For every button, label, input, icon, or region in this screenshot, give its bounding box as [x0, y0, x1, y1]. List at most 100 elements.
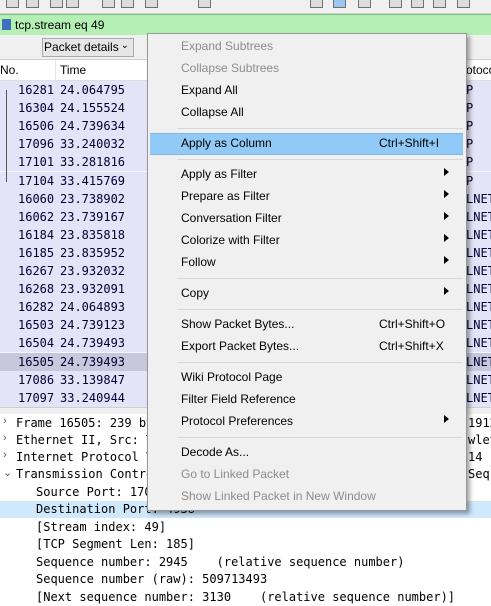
detail-text: Transmission Contro: [16, 467, 154, 481]
detail-text: [Next sequence number: 3130 (relative se…: [36, 590, 456, 604]
detail-row[interactable]: [Next sequence number: 3130 (relative se…: [0, 589, 491, 606]
menu-item-label: Show Linked Packet in New Window: [181, 489, 376, 503]
detail-text-overflow: 1912: [468, 416, 491, 430]
expand-caret-icon[interactable]: ›: [3, 415, 7, 427]
zoom-reset-icon[interactable]: [433, 0, 446, 8]
menu-item-label: Go to Linked Packet: [181, 467, 290, 481]
packet-no-cell: 17104: [18, 174, 55, 188]
packet-time-cell: 23.835818: [60, 228, 126, 242]
packet-time-cell: 24.739123: [60, 318, 126, 332]
display-filter-input[interactable]: tcp.stream eq 49: [15, 18, 104, 32]
menu-item-show-packet-bytes[interactable]: Show Packet Bytes... Ctrl+Shift+O: [148, 314, 466, 336]
detail-row[interactable]: Sequence number: 2945 (relative sequence…: [0, 554, 491, 571]
toolbar-icon[interactable]: [121, 0, 134, 8]
toolbar-icon[interactable]: [6, 0, 19, 8]
packet-proto-cell: LNET: [466, 391, 491, 405]
menu-separator: [177, 362, 463, 363]
packet-no-cell: 16185: [18, 246, 55, 260]
toolbar-icon[interactable]: [66, 0, 79, 8]
main-toolbar: [0, 0, 491, 14]
packet-time-cell: 24.739493: [60, 355, 126, 369]
toolbar-icon[interactable]: [310, 0, 323, 8]
menu-item-expand-all[interactable]: Expand All: [148, 80, 466, 102]
menu-item-decode-as[interactable]: Decode As...: [148, 442, 466, 464]
detail-text: Sequence number: 2945 (relative sequence…: [36, 555, 405, 569]
packet-no-cell: 16503: [18, 318, 55, 332]
menu-item-filter-field-reference[interactable]: Filter Field Reference: [148, 389, 466, 411]
bookmark-icon[interactable]: [2, 19, 11, 30]
detail-text-overflow: Seq:: [468, 467, 491, 481]
packet-proto-cell: LNET: [466, 355, 491, 369]
submenu-arrow-icon: [444, 287, 449, 295]
menu-item-conversation-filter[interactable]: Conversation Filter: [148, 208, 466, 230]
toolbar-icon[interactable]: [198, 0, 211, 8]
packet-time-cell: 24.064893: [60, 300, 126, 314]
toolbar-icon[interactable]: [102, 0, 115, 8]
submenu-arrow-icon: [444, 212, 449, 220]
toolbar-icon[interactable]: [26, 0, 39, 8]
zoom-in-icon[interactable]: [389, 0, 402, 8]
toolbar-icon[interactable]: [50, 0, 63, 8]
zoom-out-icon[interactable]: [411, 0, 424, 8]
column-divider[interactable]: [55, 60, 56, 80]
toolbar-icon[interactable]: [358, 0, 371, 8]
toolbar-icon[interactable]: [145, 0, 158, 8]
packet-time-cell: 23.835952: [60, 246, 126, 260]
detail-row[interactable]: Sequence number (raw): 509713493: [0, 571, 491, 588]
detail-text: Sequence number (raw): 509713493: [36, 572, 268, 586]
menu-item-show-linked-packet: Show Linked Packet in New Window: [148, 486, 466, 508]
packet-time-cell: 24.739634: [60, 119, 126, 133]
packet-view-select[interactable]: Packet details ⌄: [42, 38, 134, 57]
menu-separator: [177, 278, 463, 279]
packet-time-cell: 23.932091: [60, 282, 126, 296]
menu-item-follow[interactable]: Follow: [148, 252, 466, 274]
packet-proto-cell: P: [466, 137, 474, 151]
menu-item-label: Prepare as Filter: [181, 189, 270, 203]
column-header-protocol[interactable]: otocol: [466, 63, 491, 77]
detail-text: Ethernet II, Src: T: [16, 433, 154, 447]
submenu-arrow-icon: [444, 256, 449, 264]
menu-item-shortcut: Ctrl+Shift+O: [379, 317, 446, 331]
packet-no-cell: 16267: [18, 264, 55, 278]
detail-row[interactable]: [Stream index: 49]: [0, 519, 491, 536]
column-header-no[interactable]: No.: [0, 63, 19, 77]
expand-caret-icon[interactable]: ›: [3, 432, 7, 444]
menu-item-protocol-preferences[interactable]: Protocol Preferences: [148, 411, 466, 433]
collapse-caret-icon[interactable]: ⌄: [3, 466, 12, 479]
menu-item-label: Collapse All: [181, 105, 244, 119]
menu-separator: [177, 437, 463, 438]
menu-item-export-packet-bytes[interactable]: Export Packet Bytes... Ctrl+Shift+X: [148, 336, 466, 358]
menu-item-wiki-protocol-page[interactable]: Wiki Protocol Page: [148, 367, 466, 389]
packet-time-cell: 23.739167: [60, 210, 126, 224]
toolbar-icon[interactable]: [333, 0, 346, 8]
detail-row[interactable]: [TCP Segment Len: 185]: [0, 536, 491, 553]
submenu-arrow-icon: [444, 168, 449, 176]
packet-proto-cell: P: [466, 174, 474, 188]
chevron-down-icon: ⌄: [120, 40, 129, 51]
menu-item-label: Filter Field Reference: [181, 392, 296, 406]
menu-item-collapse-subtrees: Collapse Subtrees: [148, 58, 466, 80]
menu-item-label: Collapse Subtrees: [181, 61, 280, 75]
packet-time-cell: 33.139847: [60, 373, 126, 387]
menu-item-apply-as-filter[interactable]: Apply as Filter: [148, 164, 466, 186]
menu-item-label: Expand All: [181, 83, 238, 97]
menu-item-apply-as-column[interactable]: Apply as Column Ctrl+Shift+I: [150, 133, 463, 155]
packet-proto-cell: P: [466, 101, 474, 115]
expand-caret-icon[interactable]: ›: [3, 449, 7, 461]
packet-proto-cell: P: [466, 83, 474, 97]
menu-item-colorize-with-filter[interactable]: Colorize with Filter: [148, 230, 466, 252]
submenu-arrow-icon: [444, 415, 449, 423]
menu-item-copy[interactable]: Copy: [148, 283, 466, 305]
menu-item-collapse-all[interactable]: Collapse All: [148, 102, 466, 124]
packet-proto-cell: LNET: [466, 246, 491, 260]
packet-proto-cell: LNET: [466, 210, 491, 224]
packet-time-cell: 24.064795: [60, 83, 126, 97]
packet-no-cell: 16304: [18, 101, 55, 115]
menu-item-prepare-as-filter[interactable]: Prepare as Filter: [148, 186, 466, 208]
packet-proto-cell: P: [466, 155, 474, 169]
column-header-time[interactable]: Time: [60, 63, 86, 77]
menu-item-label: Copy: [181, 286, 210, 300]
menu-item-shortcut: Ctrl+Shift+I: [379, 136, 440, 150]
packet-no-cell: 16060: [18, 192, 55, 206]
resize-columns-icon[interactable]: [457, 0, 470, 8]
